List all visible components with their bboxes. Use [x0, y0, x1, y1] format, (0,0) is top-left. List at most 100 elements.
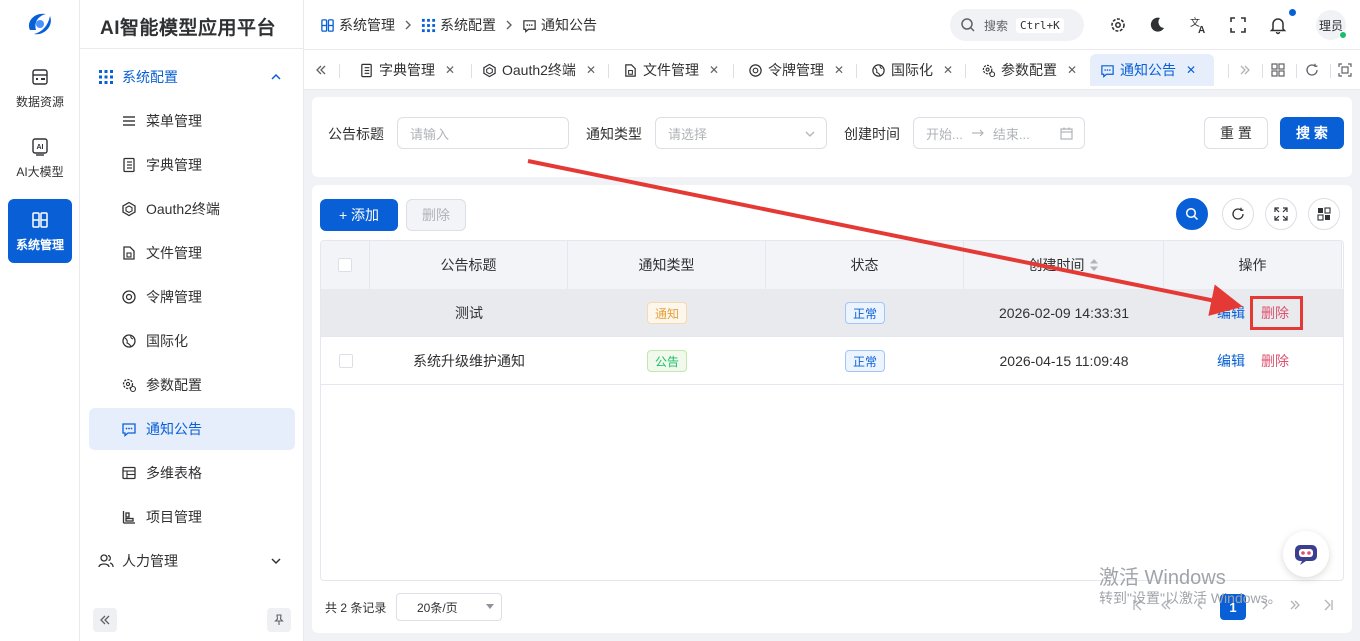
tab-i18n[interactable]: 国际化 ✕ [861, 54, 963, 86]
close-icon[interactable]: ✕ [1186, 63, 1196, 77]
sidebar-item-multi-table[interactable]: 多维表格 [89, 452, 295, 494]
close-icon[interactable]: ✕ [943, 63, 953, 77]
edit-link[interactable]: 编辑 [1217, 351, 1245, 371]
close-icon[interactable]: ✕ [709, 63, 719, 77]
divider [1296, 64, 1297, 78]
sidebar-item-label: 国际化 [146, 333, 188, 349]
sidebar-item-oauth2[interactable]: Oauth2终端 [89, 188, 295, 230]
refresh-table-button[interactable] [1222, 198, 1254, 230]
tabs-scroll-left-button[interactable] [310, 59, 332, 81]
column-settings-button[interactable] [1308, 198, 1340, 230]
cell-status: 正常 [766, 337, 964, 385]
dark-mode-icon[interactable] [1147, 15, 1167, 35]
arrow-right-icon [971, 129, 984, 137]
filter-panel: 公告标题 请输入 通知类型 请选择 创建时间 开始... 结束... 重 置 搜… [312, 97, 1352, 177]
chat-assistant-button[interactable] [1283, 531, 1329, 577]
double-chevron-right-icon [1240, 65, 1250, 75]
sidebar-item-files[interactable]: 文件管理 [89, 232, 295, 274]
close-icon[interactable]: ✕ [586, 63, 596, 77]
sidebar-item-tokens[interactable]: 令牌管理 [89, 276, 295, 318]
tab-files[interactable]: 文件管理 ✕ [613, 54, 729, 86]
close-icon[interactable]: ✕ [445, 63, 455, 77]
breadcrumb-item[interactable]: 系统管理 [320, 15, 395, 35]
sidebar-item-projects[interactable]: 项目管理 [89, 496, 295, 538]
close-icon[interactable]: ✕ [1067, 63, 1077, 77]
close-icon[interactable]: ✕ [834, 63, 844, 77]
edit-link[interactable]: 编辑 [1217, 303, 1245, 323]
svg-text:A: A [1198, 25, 1205, 35]
cell-actions: 编辑 删除 [1164, 337, 1342, 385]
next-five-pages-icon[interactable] [1289, 599, 1301, 611]
last-page-icon[interactable] [1322, 599, 1334, 611]
maximize-content-button[interactable] [1334, 59, 1356, 81]
hexagon-icon [122, 201, 136, 217]
bell-icon[interactable] [1268, 15, 1288, 35]
ai-model-icon: AI [32, 137, 48, 156]
divider [733, 64, 734, 78]
sidebar-item-i18n[interactable]: 国际化 [89, 320, 295, 362]
tab-notices[interactable]: 通知公告 ✕ [1090, 54, 1214, 86]
robot-icon [1295, 545, 1317, 565]
breadcrumb-label: 通知公告 [541, 17, 597, 33]
sidebar-group-hr[interactable]: 人力管理 [88, 540, 296, 582]
sort-icon [1089, 259, 1098, 271]
type-filter-select[interactable]: 请选择 [655, 117, 827, 149]
page-size-select[interactable]: 20条/页 [396, 593, 502, 621]
tabs-scroll-right-button[interactable] [1234, 59, 1256, 81]
breadcrumb-item[interactable]: 系统配置 [421, 15, 496, 35]
column-header-label: 创建时间 [1028, 257, 1085, 273]
sidebar-item-label: 令牌管理 [146, 289, 202, 305]
sidebar-item-menu[interactable]: 菜单管理 [89, 100, 295, 142]
sidebar-item-dictionary[interactable]: 字典管理 [89, 144, 295, 186]
tab-tokens[interactable]: 令牌管理 ✕ [738, 54, 854, 86]
rail-item-data-resources[interactable]: 数据资源 [8, 56, 72, 120]
date-range-picker[interactable]: 开始... 结束... [913, 117, 1085, 149]
refresh-tab-button[interactable] [1301, 59, 1323, 81]
column-header-title: 公告标题 [370, 241, 568, 289]
notification-dot [1289, 9, 1296, 16]
select-all-checkbox[interactable] [338, 258, 352, 272]
status-badge: 正常 [844, 302, 885, 324]
column-header-created[interactable]: 创建时间 [964, 241, 1164, 289]
tab-params[interactable]: 参数配置 ✕ [971, 54, 1087, 86]
title-filter-input[interactable]: 请输入 [397, 117, 569, 149]
rail-item-ai-model[interactable]: AI AI大模型 [8, 126, 72, 190]
grid-icon [1271, 63, 1285, 77]
pin-sidebar-button[interactable] [267, 608, 291, 632]
batch-delete-button[interactable]: 删除 [406, 199, 466, 231]
settings-icon[interactable] [1108, 15, 1128, 35]
column-header-actions: 操作 [1164, 241, 1342, 289]
sidebar-item-notices[interactable]: 通知公告 [89, 408, 295, 450]
rail-item-system-management[interactable]: 系统管理 [8, 199, 72, 263]
fullscreen-table-button[interactable] [1265, 198, 1297, 230]
delete-link[interactable]: 删除 [1261, 351, 1289, 371]
toggle-search-button[interactable] [1176, 198, 1208, 230]
annotation-highlight-box [1250, 296, 1303, 330]
cell-type: 通知 [568, 289, 766, 337]
sidebar-item-params[interactable]: 参数配置 [89, 364, 295, 406]
globe-icon [872, 63, 885, 77]
svg-text:AI: AI [37, 144, 44, 151]
sidebar-item-label: Oauth2终端 [146, 201, 220, 217]
tab-label: 参数配置 [1001, 62, 1057, 78]
double-chevron-left-icon [100, 615, 110, 625]
divider [1228, 64, 1229, 78]
translate-icon[interactable]: 文A [1188, 15, 1208, 35]
sidebar-group-label: 人力管理 [122, 553, 178, 569]
tab-oauth2[interactable]: Oauth2终端 ✕ [472, 54, 606, 86]
reset-button[interactable]: 重 置 [1204, 117, 1268, 149]
fullscreen-icon[interactable] [1228, 15, 1248, 35]
global-search-button[interactable]: 搜索 Ctrl+K [950, 9, 1084, 41]
windows-activation-hint: 转到"设置"以激活 Windows。 [1099, 590, 1282, 606]
search-button[interactable]: 搜 索 [1280, 117, 1344, 149]
add-button[interactable]: + 添加 [320, 199, 398, 231]
collapse-sidebar-button[interactable] [93, 608, 117, 632]
tab-dictionary[interactable]: 字典管理 ✕ [349, 54, 465, 86]
row-checkbox[interactable] [338, 354, 353, 368]
token-icon [749, 63, 762, 77]
tabs-menu-button[interactable] [1267, 59, 1289, 81]
project-icon [122, 511, 135, 524]
sidebar-group-system-config[interactable]: 系统配置 [88, 56, 296, 98]
chevron-up-icon [271, 73, 281, 80]
hexagon-icon [483, 63, 496, 77]
